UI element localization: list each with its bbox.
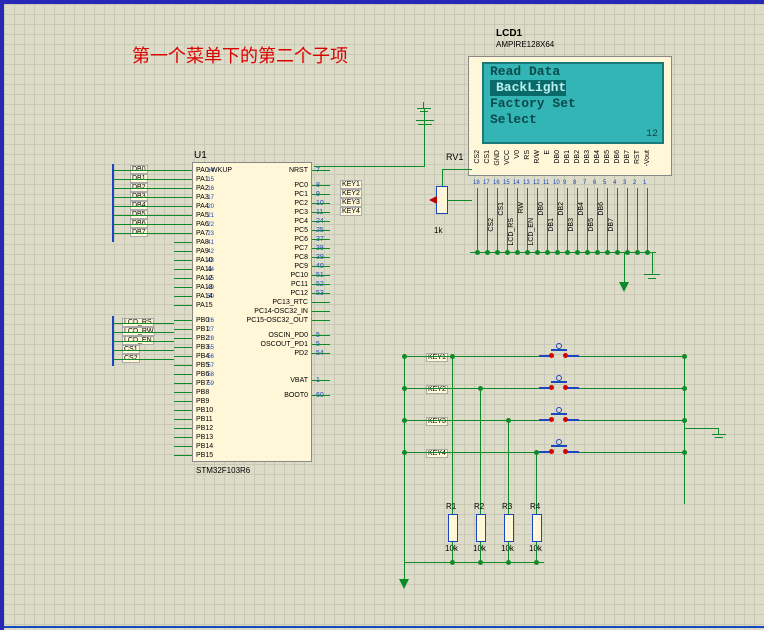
lcd-line-1-selected: BackLight: [490, 80, 566, 96]
resistor[interactable]: [448, 514, 458, 542]
resistor-ref: R3: [502, 502, 512, 511]
key-gnd-down: [404, 562, 405, 580]
net-label: KEY3: [340, 198, 362, 207]
resistor[interactable]: [476, 514, 486, 542]
lcd-pin-label: DB6: [614, 150, 621, 164]
net-label: KEY1: [340, 180, 362, 189]
lcd-common-bus: [470, 252, 656, 253]
lcd-vout-v: [652, 252, 653, 274]
lcd-pin-label: DB1: [564, 150, 571, 164]
lcd-net-label: DB0: [538, 202, 545, 216]
lcd-vout-bar2: [648, 278, 656, 279]
lcd-pin-label: -Vout: [644, 150, 651, 166]
lcd-pin-label: CS1: [484, 150, 491, 164]
key-gnd-h: [684, 428, 719, 429]
lcd-net-label: DB7: [608, 218, 615, 232]
pushbutton[interactable]: [539, 349, 579, 363]
nrst-wire: [314, 166, 424, 167]
resistor-ref: R2: [474, 502, 484, 511]
resistor[interactable]: [504, 514, 514, 542]
bottom-bus: [4, 626, 764, 628]
lcd-net-label: DB5: [588, 218, 595, 232]
nrst-wire-v: [424, 109, 425, 167]
pushbutton[interactable]: [539, 413, 579, 427]
pot-ref: RV1: [446, 152, 463, 162]
mcu-pinname-right: BOOT0: [236, 391, 308, 401]
lcd-pin-label: E: [544, 150, 551, 155]
pushbutton[interactable]: [539, 381, 579, 395]
lcd-net-label: DB2: [558, 202, 565, 216]
lcd-pin-label: DB3: [584, 150, 591, 164]
lcd-part: AMPIRE128X64: [496, 40, 554, 49]
lcd-pin-label: DB0: [554, 150, 561, 164]
lcd-net-label: DB3: [568, 218, 575, 232]
lcd-pin-label: RS: [524, 150, 531, 160]
lcd-pin-label: CS2: [474, 150, 481, 164]
key-net-label: KEY2: [426, 385, 448, 394]
mcu-pinname-left: PA15: [196, 301, 213, 311]
lcd-line-2: Factory Set: [484, 96, 662, 112]
lcd-pin-label: DB7: [624, 150, 631, 164]
lcd-pin-label: GND: [494, 150, 501, 166]
lcd-corner-num: 12: [646, 129, 658, 140]
lcd-net-label: DB6: [598, 202, 605, 216]
resistor-bottom-bus: [404, 562, 544, 563]
lcd-pin-label: RST: [634, 150, 641, 164]
lcd-net-label: LCD_EN: [528, 218, 535, 246]
power-arrow-icon: [619, 282, 629, 292]
key-net-label: KEY1: [426, 353, 448, 362]
schematic-canvas[interactable]: 第一个菜单下的第二个子项 U1 STM32F103R6 14 PA0-WKUP1…: [0, 0, 764, 630]
pot-wiper-arrow: [429, 196, 437, 204]
nrst-gnd: [416, 102, 432, 114]
pot-val: 1k: [434, 226, 442, 235]
lcd-net-label: DB4: [578, 202, 585, 216]
key-net-label: KEY4: [426, 449, 448, 458]
pushbutton[interactable]: [539, 445, 579, 459]
lcd-net-label: RW: [518, 202, 525, 214]
mcu-pinname-right: PC15-OSC32_OUT: [236, 316, 308, 326]
key-gnd-right: [711, 428, 727, 440]
key-gnd-arrow: [399, 579, 409, 589]
lcd-net-label: CS1: [498, 202, 505, 216]
lcd-line-3: Select: [484, 112, 662, 128]
lcd-pin-label: DB2: [574, 150, 581, 164]
vcc-bar2: [416, 120, 434, 121]
net-label: KEY4: [340, 207, 362, 216]
pot-body[interactable]: [436, 186, 448, 214]
mcu-pinname-left: PB15: [196, 451, 213, 461]
net-label: KEY2: [340, 189, 362, 198]
pot-wire-top: [442, 169, 443, 186]
key-bus-right: [684, 354, 685, 504]
lcd-pin-label: R/W: [534, 150, 541, 164]
mcu-part: STM32F103R6: [196, 466, 250, 475]
lcd-net-label: CS2: [488, 218, 495, 232]
key-net-label: KEY3: [426, 417, 448, 426]
lcd-ref: LCD1: [496, 28, 522, 39]
resistor-ref: R1: [446, 502, 456, 511]
lcd-net-label: LCD_RS: [508, 218, 515, 246]
mcu-pinname-right: NRST: [236, 166, 308, 176]
vcc-bar1: [418, 124, 432, 125]
mcu-pinname-right: PD2: [236, 349, 308, 359]
pot-wire-h: [442, 169, 472, 170]
pot-wiper: [448, 200, 472, 201]
lcd-pin-label: DB5: [604, 150, 611, 164]
annotation-text: 第一个菜单下的第二个子项: [132, 42, 348, 68]
lcd-vout-bar1: [644, 274, 660, 275]
lcd-pin-label: DB4: [594, 150, 601, 164]
resistor-ref: R4: [530, 502, 540, 511]
lcd-screen: Read Data BackLight Factory Set Select 1…: [482, 62, 664, 144]
key-bus-left: [404, 354, 405, 562]
resistor[interactable]: [532, 514, 542, 542]
lcd-net-label: DB1: [548, 218, 555, 232]
lcd-pin-label: VCC: [504, 150, 511, 165]
lcd-gnd-v: [624, 252, 625, 282]
lcd-pin-label: V0: [514, 150, 521, 159]
mcu-pinname-right: VBAT: [236, 376, 308, 386]
lcd-line-0: Read Data: [484, 64, 662, 80]
mcu-ref: U1: [194, 150, 207, 161]
